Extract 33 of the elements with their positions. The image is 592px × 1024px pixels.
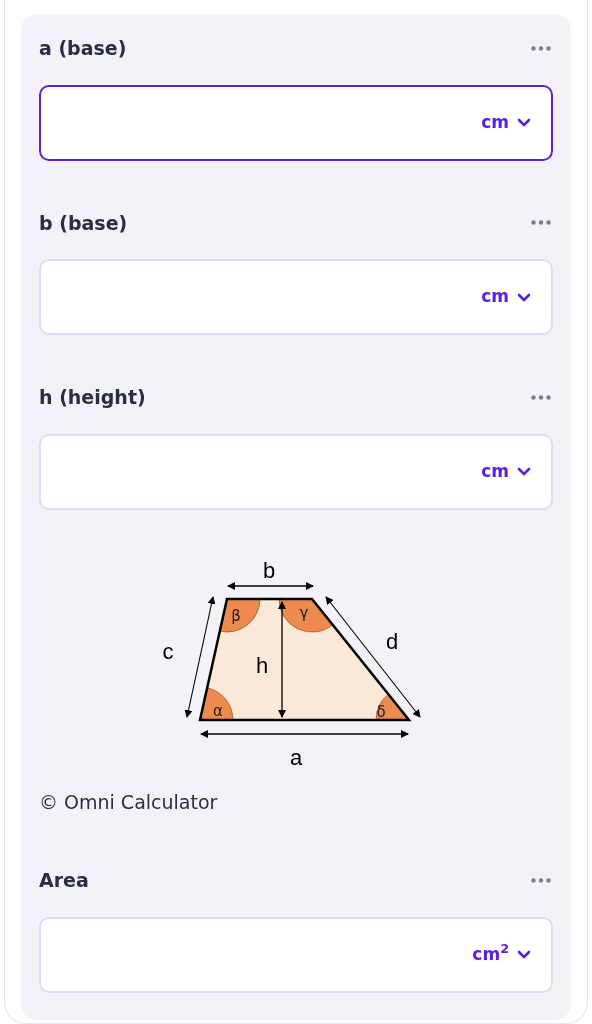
more-icon <box>531 394 551 400</box>
angle-wedge <box>219 598 261 632</box>
copyright-text: © Omni Calculator <box>39 789 219 815</box>
more-icon <box>531 45 551 51</box>
unit-select[interactable]: cm <box>481 109 531 136</box>
caret-icon <box>517 292 531 302</box>
unit-select[interactable]: cm <box>481 458 531 485</box>
more-icon <box>531 220 551 226</box>
diagram-label: γ <box>299 603 309 622</box>
more-icon <box>531 877 551 883</box>
input-field[interactable]: cm$^{2}$ <box>39 916 553 993</box>
field-label: h (height) <box>39 385 146 410</box>
diagram-label: δ <box>376 702 386 721</box>
diagram-label: h <box>255 652 269 678</box>
caret-icon <box>517 467 531 476</box>
input-field[interactable]: cm <box>39 433 553 510</box>
angle-wedge <box>278 598 333 632</box>
input-field[interactable]: cm <box>39 259 553 335</box>
field-label: a (base) <box>39 36 127 61</box>
diagram-label: d <box>385 628 399 654</box>
diagram-label: c <box>162 638 174 664</box>
diagram-label: b <box>262 557 276 583</box>
diagram-label: a <box>289 744 303 770</box>
diagram-label: β <box>231 606 241 625</box>
caret-icon <box>517 950 531 959</box>
angle-wedge <box>199 687 234 720</box>
field-label: b (base) <box>39 210 128 236</box>
unit-select[interactable]: cm <box>481 284 531 310</box>
caret-icon <box>517 118 531 127</box>
diagram-label: α <box>213 701 223 720</box>
unit-select[interactable]: cm$^{2}$ <box>472 941 531 968</box>
field-label: Area <box>39 868 89 893</box>
input-field[interactable]: cm <box>39 84 553 161</box>
